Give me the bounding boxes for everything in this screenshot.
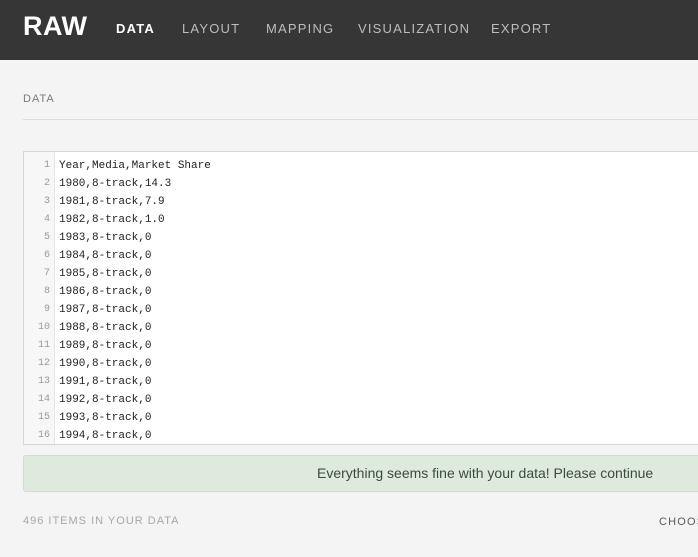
line-text[interactable]: 1990,8-track,0 [59, 355, 151, 373]
line-number: 15 [37, 412, 50, 423]
line-number: 2 [43, 178, 50, 189]
line-text[interactable]: 1988,8-track,0 [59, 319, 151, 337]
nav-mapping[interactable]: MAPPING [266, 21, 334, 36]
line-text[interactable]: 1992,8-track,0 [59, 391, 151, 409]
line-text[interactable]: 1982,8-track,1.0 [59, 211, 165, 229]
nav-export[interactable]: EXPORT [491, 21, 551, 36]
code-line[interactable]: 3 1981,8-track,7.9 [24, 193, 698, 211]
line-text[interactable]: 1986,8-track,0 [59, 283, 151, 301]
nav-layout[interactable]: LAYOUT [182, 21, 240, 36]
code-line[interactable]: 7 1985,8-track,0 [24, 265, 698, 283]
line-number: 13 [37, 376, 50, 387]
line-text[interactable]: 1994,8-track,0 [59, 427, 151, 444]
line-number: 10 [37, 322, 50, 333]
items-count: 496 ITEMS IN YOUR DATA [23, 515, 180, 527]
nav-data[interactable]: DATA [116, 21, 155, 36]
code-line[interactable]: 14 1992,8-track,0 [24, 391, 698, 409]
code-line[interactable]: 10 1988,8-track,0 [24, 319, 698, 337]
line-text[interactable]: 1984,8-track,0 [59, 247, 151, 265]
editor-lines[interactable]: 1 Year,Media,Market Share 2 1980,8-track,14… [24, 157, 698, 444]
line-number: 16 [37, 430, 50, 441]
section-title: DATA [23, 93, 55, 105]
nav-visualization[interactable]: VISUALIZATION [358, 21, 470, 36]
code-line[interactable]: 2 1980,8-track,14.3 [24, 175, 698, 193]
line-number: 5 [43, 232, 50, 243]
status-alert: Everything seems fine with your data! Pl… [23, 455, 698, 492]
brand-logo[interactable]: RAW [23, 11, 88, 42]
line-text[interactable]: 1980,8-track,14.3 [59, 175, 171, 193]
code-line[interactable]: 11 1989,8-track,0 [24, 337, 698, 355]
line-number: 1 [43, 160, 50, 171]
line-text[interactable]: 1993,8-track,0 [59, 409, 151, 427]
status-message: Everything seems fine with your data! Pl… [317, 465, 654, 481]
section-divider [23, 119, 698, 120]
data-editor[interactable]: 1 Year,Media,Market Share 2 1980,8-track,14… [23, 151, 698, 445]
line-number: 9 [43, 304, 50, 315]
line-number: 11 [37, 340, 50, 351]
code-line[interactable]: 12 1990,8-track,0 [24, 355, 698, 373]
line-text[interactable]: Year,Media,Market Share [59, 157, 211, 175]
line-number: 8 [43, 286, 50, 297]
line-text[interactable]: 1991,8-track,0 [59, 373, 151, 391]
code-line[interactable]: 13 1991,8-track,0 [24, 373, 698, 391]
line-number: 14 [37, 394, 50, 405]
line-text[interactable]: 1989,8-track,0 [59, 337, 151, 355]
code-line[interactable]: 1 Year,Media,Market Share [24, 157, 698, 175]
code-line[interactable]: 8 1986,8-track,0 [24, 283, 698, 301]
line-number: 6 [43, 250, 50, 261]
line-text[interactable]: 1985,8-track,0 [59, 265, 151, 283]
line-text[interactable]: 1981,8-track,7.9 [59, 193, 165, 211]
code-line[interactable]: 15 1993,8-track,0 [24, 409, 698, 427]
code-line[interactable]: 9 1987,8-track,0 [24, 301, 698, 319]
line-number: 7 [43, 268, 50, 279]
line-text[interactable]: 1987,8-track,0 [59, 301, 151, 319]
line-text[interactable]: 1983,8-track,0 [59, 229, 151, 247]
choose-chart-button[interactable]: CHOOS [659, 516, 698, 528]
line-number: 4 [43, 214, 50, 225]
code-line[interactable]: 6 1984,8-track,0 [24, 247, 698, 265]
code-line[interactable]: 16 1994,8-track,0 [24, 427, 698, 444]
line-number: 3 [43, 196, 50, 207]
code-line[interactable]: 4 1982,8-track,1.0 [24, 211, 698, 229]
top-navbar: RAW DATA LAYOUT MAPPING VISUALIZATION EX… [0, 0, 698, 60]
line-number: 12 [37, 358, 50, 369]
code-line[interactable]: 5 1983,8-track,0 [24, 229, 698, 247]
